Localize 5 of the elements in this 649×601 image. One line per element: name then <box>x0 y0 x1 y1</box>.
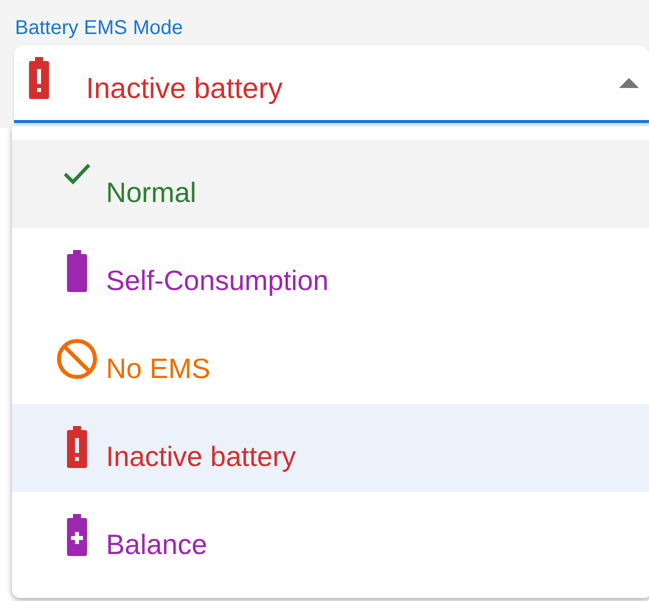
menu-option[interactable]: Inactive battery <box>12 404 649 492</box>
select-field[interactable]: Inactive battery <box>14 45 649 123</box>
selected-value: Inactive battery <box>86 72 283 107</box>
menu-option[interactable]: Normal <box>12 140 649 228</box>
field-label: Battery EMS Mode <box>15 16 184 41</box>
